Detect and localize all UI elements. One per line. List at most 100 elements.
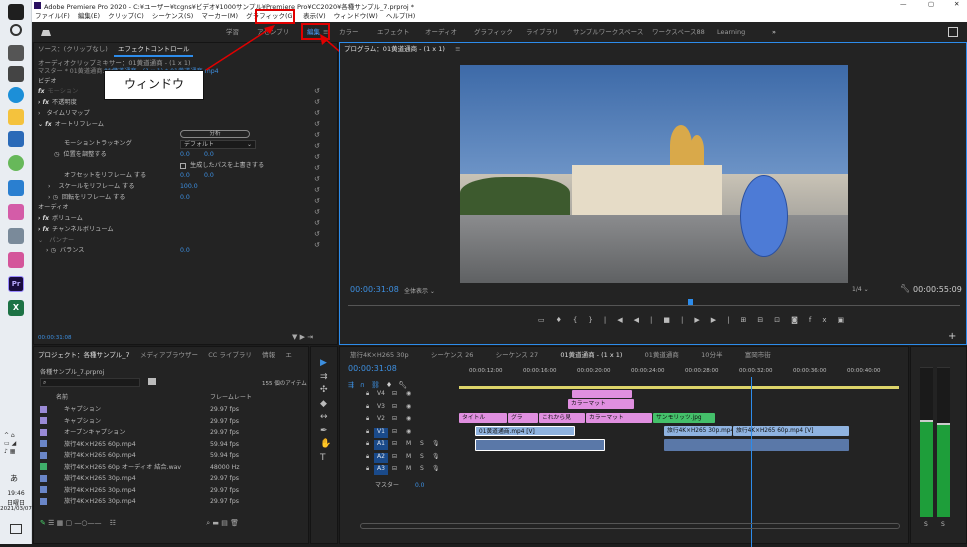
trash-icon[interactable]: 🗑︎ xyxy=(230,519,239,527)
sync-icon[interactable]: ⊟ xyxy=(392,428,397,435)
hand-tool-icon[interactable]: ✋ xyxy=(320,438,331,452)
lift-icon[interactable]: ⊡ xyxy=(774,316,791,324)
resolution-select[interactable]: 1/4 ⌄ xyxy=(852,286,869,293)
sync-icon[interactable]: ⊟ xyxy=(392,390,397,397)
project-item[interactable]: 旅行4K×H265 60p.mp4 59.94 fps xyxy=(40,439,300,451)
program-menu-icon[interactable]: ≡ xyxy=(451,43,464,55)
ripple-edit-tool-icon[interactable]: ✣ xyxy=(320,384,331,398)
find-icon[interactable]: ⌕ xyxy=(206,519,210,527)
play-icon[interactable]: ■ xyxy=(663,316,681,324)
pen-tool-icon[interactable]: ✒ xyxy=(320,425,331,439)
label-color-swatch[interactable] xyxy=(40,405,47,413)
tab-effects[interactable]: エ xyxy=(281,349,296,361)
camera-export-icon[interactable]: ◙ xyxy=(791,316,809,324)
solo-button[interactable]: S xyxy=(420,440,424,447)
nest-icon[interactable]: ⇶ xyxy=(348,381,360,389)
sync-icon[interactable]: ⊟ xyxy=(392,453,397,460)
track-label[interactable]: A3 xyxy=(374,465,388,475)
step-back-icon[interactable]: ◀| xyxy=(634,316,664,324)
lock-icon[interactable]: 🔒︎ xyxy=(366,428,369,436)
clip-v2-stmoritz[interactable]: サンモリッツ.jpg xyxy=(653,413,715,423)
icon-view-icon[interactable]: ▦ xyxy=(57,519,64,527)
track-label[interactable]: V2 xyxy=(374,415,388,425)
pencil-icon[interactable]: ✎ xyxy=(40,519,46,527)
track-select-tool-icon[interactable]: ⇉ xyxy=(320,371,331,385)
playhead-marker[interactable] xyxy=(688,299,693,305)
tab-media-browser[interactable]: メディアブラウザー xyxy=(136,349,202,361)
clip-v1-01[interactable]: 01黄道通商.mp4 [V] xyxy=(475,426,575,436)
project-item[interactable]: 旅行4K×H265 30p.mp4 29.97 fps xyxy=(40,485,300,497)
clip-v2-intro[interactable]: これから見 xyxy=(539,413,585,423)
timeline-timecode[interactable]: 00:00:31:08 xyxy=(348,364,397,373)
mute-button[interactable]: M xyxy=(406,453,411,460)
project-search-input[interactable]: ⌕ xyxy=(40,378,140,387)
meter-solo-right[interactable]: S xyxy=(941,521,945,528)
track-label[interactable]: V4 xyxy=(374,390,388,400)
meter-solo-left[interactable]: S xyxy=(924,521,928,528)
program-scrubber[interactable] xyxy=(348,305,960,311)
sync-icon[interactable]: ⊟ xyxy=(392,403,397,410)
label-color-swatch[interactable] xyxy=(40,474,47,482)
sync-icon[interactable]: ⊟ xyxy=(392,415,397,422)
fit-select[interactable]: 全体表示 ⌄ xyxy=(404,286,435,295)
tab-cc-library[interactable]: CC ライブラリ xyxy=(204,349,256,361)
vr-icon[interactable]: ▣ xyxy=(838,316,856,324)
solo-button[interactable]: S xyxy=(420,465,424,472)
fx-icon[interactable]: fx xyxy=(809,316,838,324)
label-color-swatch[interactable] xyxy=(40,497,47,505)
lock-icon[interactable]: 🔒︎ xyxy=(366,390,369,398)
label-color-swatch[interactable] xyxy=(40,417,47,424)
marker-icon[interactable]: ▭ xyxy=(538,316,556,324)
clip-v3-colormatte[interactable]: カラーマット xyxy=(568,399,634,409)
label-color-swatch[interactable] xyxy=(40,486,47,493)
work-area-bar[interactable] xyxy=(459,386,899,389)
freeform-view-icon[interactable]: ▢ xyxy=(65,519,72,527)
track-label[interactable]: A2 xyxy=(374,452,388,463)
program-timecode[interactable]: 00:00:31:08 xyxy=(350,285,399,294)
project-item[interactable]: キャプション 29.97 fps xyxy=(40,404,300,416)
step-forward-icon[interactable]: |▶ xyxy=(681,316,711,324)
add-button-icon[interactable]: + xyxy=(948,331,956,342)
col-framerate[interactable]: フレームレート xyxy=(210,393,252,403)
go-in-icon[interactable]: |◀ xyxy=(604,316,634,324)
snap-icon[interactable]: ∩ xyxy=(360,381,371,389)
tab-seq-26[interactable]: シーケンス 26 xyxy=(427,349,478,361)
tab-seq-10min[interactable]: 10分半 xyxy=(697,349,726,361)
overwrite-icon[interactable]: ⊟ xyxy=(757,316,774,324)
slip-tool-icon[interactable]: ↔ xyxy=(320,411,331,425)
project-item[interactable]: 旅行4K×H265 30p.mp4 29.97 fps xyxy=(40,473,300,485)
tab-program[interactable]: プログラム：01黄道通商 - (1 x 1) xyxy=(340,43,449,55)
sync-icon[interactable]: ⊟ xyxy=(392,440,397,447)
project-item[interactable]: 旅行4K×H265 30p.mp4 29.97 fps xyxy=(40,496,300,508)
sync-icon[interactable]: ⊟ xyxy=(392,465,397,472)
timeline-playhead[interactable] xyxy=(751,377,752,547)
mic-icon[interactable]: 🎙︎ xyxy=(432,465,440,472)
label-color-swatch[interactable] xyxy=(40,463,47,470)
mute-button[interactable]: M xyxy=(406,440,411,447)
lock-icon[interactable]: 🔒︎ xyxy=(366,403,369,411)
mic-icon[interactable]: 🎙︎ xyxy=(432,440,440,447)
lock-icon[interactable]: 🔒︎ xyxy=(366,440,369,448)
project-item[interactable]: オープンキャプション 29.97 fps xyxy=(40,427,300,439)
project-item[interactable]: キャプション 29.97 fps xyxy=(40,416,300,428)
new-bin-icon[interactable] xyxy=(148,378,156,385)
track-label[interactable]: V3 xyxy=(374,403,388,413)
eye-icon[interactable]: ◉ xyxy=(406,403,411,410)
project-item[interactable]: 旅行4K×H265 60p オーディオ 結合.wav 48000 Hz xyxy=(40,462,300,474)
clip-v2-graphic[interactable]: グラ xyxy=(508,413,538,423)
mute-button[interactable]: M xyxy=(406,465,411,472)
clip-a1-audio[interactable] xyxy=(475,439,605,451)
project-item[interactable]: 旅行4K×H265 60p.mp4 59.94 fps xyxy=(40,450,300,462)
wrench-icon[interactable]: 🔧︎ xyxy=(900,284,910,293)
eye-icon[interactable]: ◉ xyxy=(406,415,411,422)
type-tool-icon[interactable]: T xyxy=(320,452,331,466)
lock-icon[interactable]: 🔒︎ xyxy=(366,465,369,473)
new-bin-footer-icon[interactable]: ▬ xyxy=(212,519,219,527)
eye-icon[interactable]: ◉ xyxy=(406,428,411,435)
col-name[interactable]: 名前 xyxy=(56,393,68,403)
tab-info[interactable]: 情報 xyxy=(258,349,279,361)
lock-icon[interactable]: 🔒︎ xyxy=(366,453,369,461)
tab-seq-travel[interactable]: 旅行4K×H265 30p xyxy=(346,349,413,361)
clip-v2-colormatte[interactable]: カラーマット xyxy=(586,413,652,423)
tab-seq-tomioka[interactable]: 富岡市街 xyxy=(741,349,775,361)
